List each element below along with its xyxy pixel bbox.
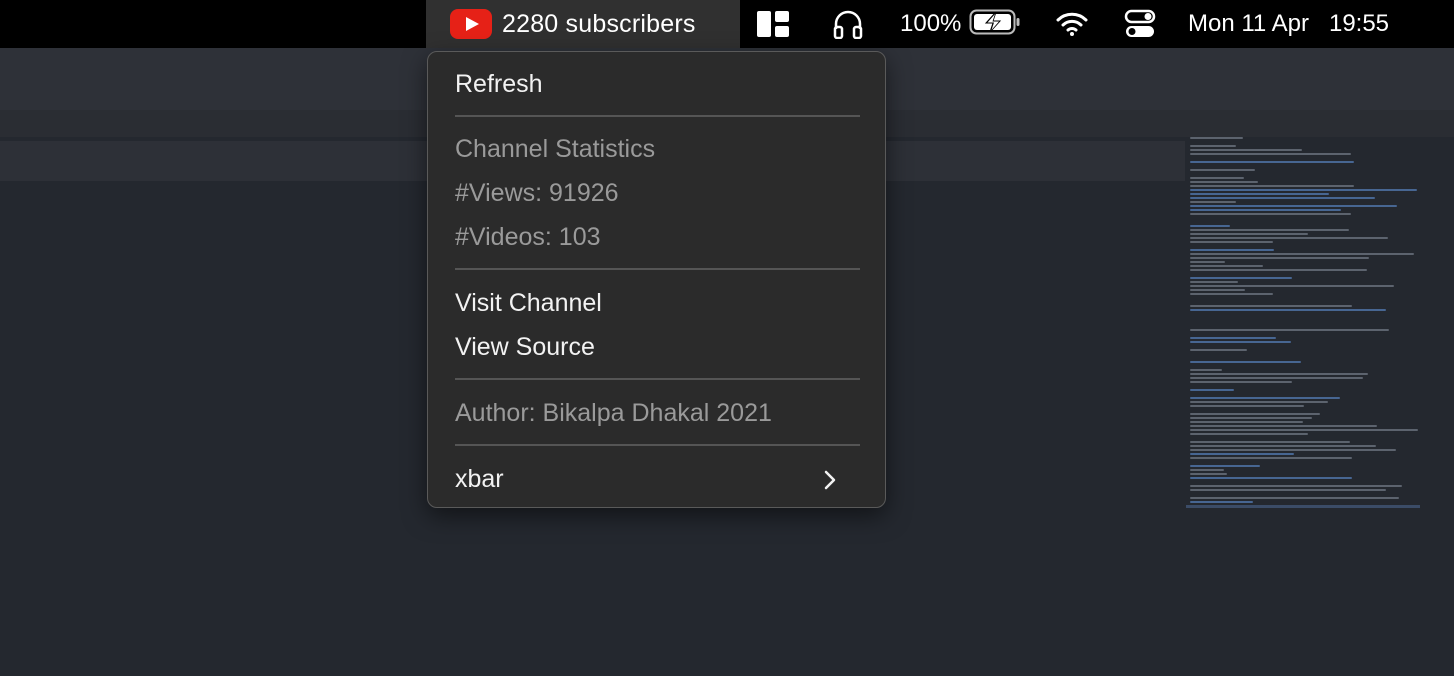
minimap-line xyxy=(1190,289,1245,291)
minimap-line xyxy=(1190,433,1308,435)
minimap-line xyxy=(1190,277,1292,279)
minimap-line xyxy=(1190,373,1368,375)
minimap-line xyxy=(1190,429,1418,431)
minimap-line xyxy=(1190,269,1367,271)
menu-stat-views: #Views: 91926 xyxy=(455,179,619,207)
minimap-line xyxy=(1190,237,1388,239)
minimap-line xyxy=(1190,281,1238,283)
minimap-line xyxy=(1190,341,1291,343)
minimap-line xyxy=(1190,453,1294,455)
minimap-line xyxy=(1190,469,1224,471)
minimap-line xyxy=(1190,261,1225,263)
headphones-icon[interactable] xyxy=(832,0,864,48)
minimap-line xyxy=(1190,417,1312,419)
minimap-line xyxy=(1190,349,1247,351)
clock-time: 19:55 xyxy=(1328,10,1390,37)
minimap-line xyxy=(1190,253,1414,255)
minimap-line xyxy=(1190,421,1303,423)
minimap-line xyxy=(1190,149,1302,151)
editor-minimap[interactable] xyxy=(1186,135,1420,515)
menu-heading-channel-statistics: Channel Statistics xyxy=(455,135,656,163)
minimap-line xyxy=(1190,397,1340,399)
menu-item-xbar-label: xbar xyxy=(455,465,504,493)
minimap-line xyxy=(1190,389,1234,391)
minimap-line xyxy=(1190,449,1396,451)
menu-item-xbar[interactable]: xbar xyxy=(455,459,860,499)
minimap-line xyxy=(1190,485,1402,487)
minimap-line xyxy=(1190,473,1227,475)
menu-stat-videos: #Videos: 103 xyxy=(455,223,601,251)
battery-status[interactable]: 100% xyxy=(900,0,1021,48)
menu-bar: 2280 subscribers 100% Mon 11 Apr 19:55 xyxy=(0,0,1454,48)
minimap-line xyxy=(1190,161,1354,163)
minimap-line xyxy=(1190,213,1351,215)
minimap-line xyxy=(1190,205,1397,207)
battery-percent: 100% xyxy=(900,10,962,37)
minimap-line xyxy=(1190,209,1341,211)
clock[interactable]: Mon 11 Apr 19:55 xyxy=(1188,0,1389,48)
minimap-line xyxy=(1190,401,1328,403)
minimap-line xyxy=(1190,181,1258,183)
menu-separator xyxy=(455,115,860,117)
minimap-line xyxy=(1190,457,1352,459)
desktop: 2280 subscribers 100% Mon 11 Apr 19:55 R… xyxy=(0,0,1454,676)
minimap-line xyxy=(1190,445,1376,447)
minimap-line xyxy=(1190,305,1352,307)
minimap-line xyxy=(1190,337,1276,339)
minimap-line xyxy=(1190,361,1301,363)
minimap-line xyxy=(1190,229,1349,231)
minimap-line xyxy=(1190,193,1329,195)
minimap-line xyxy=(1190,185,1354,187)
minimap-line xyxy=(1190,489,1386,491)
minimap-line xyxy=(1190,309,1386,311)
layout-grid-icon[interactable] xyxy=(756,0,790,48)
minimap-line xyxy=(1190,169,1255,171)
control-center-icon[interactable] xyxy=(1124,0,1156,48)
minimap-line xyxy=(1190,413,1320,415)
minimap-line xyxy=(1190,153,1351,155)
minimap-line xyxy=(1190,197,1375,199)
minimap-line xyxy=(1190,189,1417,191)
minimap-line xyxy=(1190,233,1308,235)
minimap-line xyxy=(1190,441,1350,443)
subscriber-count: 2280 subscribers xyxy=(502,9,696,38)
menu-item-refresh[interactable]: Refresh xyxy=(455,64,543,104)
wifi-icon[interactable] xyxy=(1056,0,1088,48)
minimap-line xyxy=(1190,225,1230,227)
menu-author: Author: Bikalpa Dhakal 2021 xyxy=(455,399,772,427)
youtube-logo-icon xyxy=(450,9,492,39)
minimap-line xyxy=(1190,177,1244,179)
clock-date: Mon 11 Apr xyxy=(1188,10,1309,37)
minimap-line xyxy=(1190,425,1377,427)
minimap-line xyxy=(1190,265,1263,267)
minimap-line xyxy=(1190,145,1236,147)
menu-item-visit-channel[interactable]: Visit Channel xyxy=(455,283,602,323)
youtube-dropdown-menu: Refresh Channel Statistics #Views: 91926… xyxy=(427,51,886,508)
minimap-line xyxy=(1190,201,1236,203)
menu-separator xyxy=(455,268,860,270)
minimap-line xyxy=(1190,285,1394,287)
minimap-line xyxy=(1190,369,1222,371)
menu-separator xyxy=(455,444,860,446)
minimap-line xyxy=(1190,501,1253,503)
minimap-line xyxy=(1190,137,1243,139)
battery-charging-icon xyxy=(969,9,1021,40)
chevron-right-icon xyxy=(824,459,836,499)
minimap-line xyxy=(1190,465,1260,467)
minimap-line xyxy=(1190,381,1292,383)
minimap-line xyxy=(1190,293,1273,295)
minimap-line xyxy=(1190,405,1304,407)
minimap-selection xyxy=(1186,505,1420,508)
minimap-line xyxy=(1190,241,1273,243)
minimap-line xyxy=(1190,249,1274,251)
minimap-line xyxy=(1190,257,1369,259)
youtube-status-item[interactable]: 2280 subscribers xyxy=(426,0,740,48)
minimap-line xyxy=(1190,477,1352,479)
menu-item-view-source[interactable]: View Source xyxy=(455,327,595,367)
minimap-line xyxy=(1190,377,1363,379)
menu-separator xyxy=(455,378,860,380)
minimap-line xyxy=(1190,329,1389,331)
minimap-line xyxy=(1190,497,1399,499)
